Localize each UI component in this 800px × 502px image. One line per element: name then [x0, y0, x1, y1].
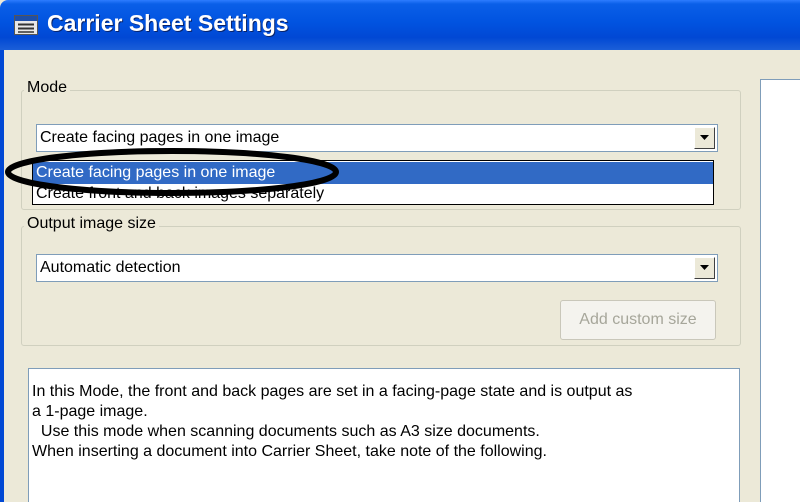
output-size-group-label: Output image size — [24, 214, 159, 234]
mode-select[interactable]: Create facing pages in one image — [36, 124, 718, 152]
mode-option-facing[interactable]: Create facing pages in one image — [33, 162, 713, 184]
description-line: a 1-page image. — [32, 403, 148, 420]
mode-dropdown-list[interactable]: Create facing pages in one image Create … — [32, 160, 714, 205]
mode-description-box[interactable]: In this Mode, the front and back pages a… — [28, 368, 740, 502]
window-title: Carrier Sheet Settings — [47, 10, 289, 36]
window-menu-icon[interactable] — [14, 15, 38, 35]
description-line: In this Mode, the front and back pages a… — [32, 383, 633, 400]
output-size-select[interactable]: Automatic detection — [36, 254, 718, 282]
carrier-sheet-settings-window: Carrier Sheet Settings Mode Create facin… — [0, 0, 800, 502]
chevron-down-icon — [700, 265, 709, 270]
add-custom-size-button[interactable]: Add custom size — [560, 300, 716, 340]
title-bar[interactable]: Carrier Sheet Settings — [0, 0, 800, 50]
description-line: Use this mode when scanning documents su… — [32, 423, 540, 440]
output-size-select-value: Automatic detection — [40, 259, 181, 276]
chevron-down-icon — [700, 135, 709, 140]
mode-group-label: Mode — [24, 78, 71, 98]
mode-option-separate[interactable]: Create front and back images separately — [33, 183, 713, 205]
mode-dropdown-button[interactable] — [694, 127, 715, 149]
output-size-dropdown-button[interactable] — [694, 257, 715, 279]
mode-select-value: Create facing pages in one image — [40, 129, 280, 146]
preview-panel — [760, 79, 800, 502]
description-line: When inserting a document into Carrier S… — [32, 443, 547, 460]
